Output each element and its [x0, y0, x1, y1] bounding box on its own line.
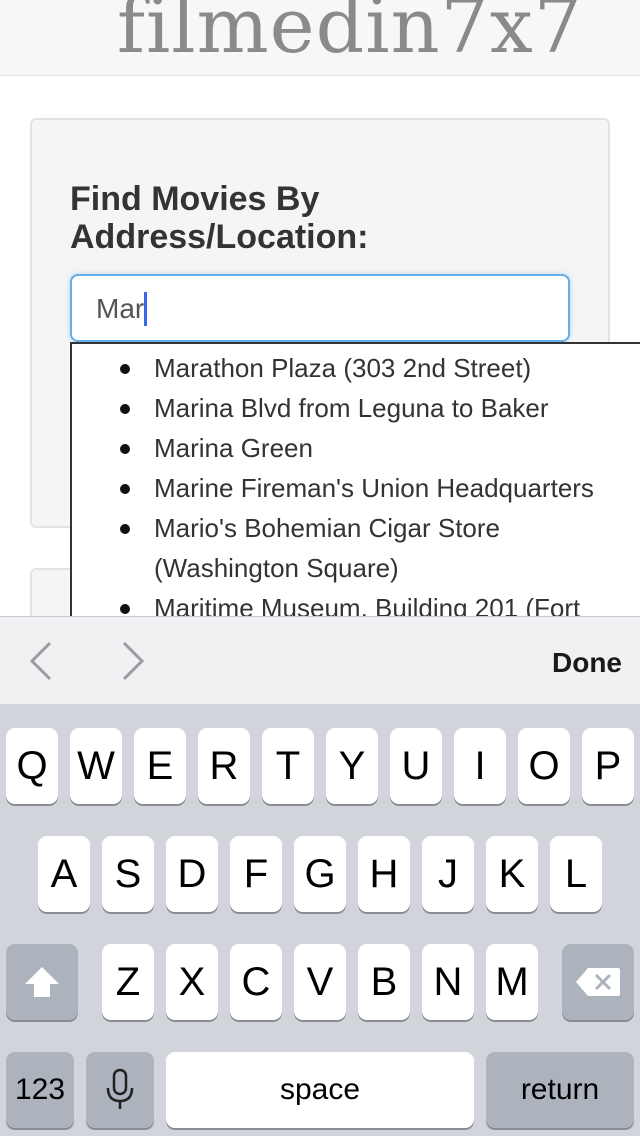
key-m[interactable]: M: [486, 944, 538, 1020]
key-s[interactable]: S: [102, 836, 154, 912]
key-r[interactable]: R: [198, 728, 250, 804]
delete-key[interactable]: [562, 944, 634, 1020]
suggestion-item[interactable]: Marina Green: [72, 428, 640, 468]
delete-icon: [576, 968, 620, 996]
key-p[interactable]: P: [582, 728, 634, 804]
key-z[interactable]: Z: [102, 944, 154, 1020]
shift-icon: [25, 967, 59, 997]
suggestion-item[interactable]: Mario's Bohemian Cigar Store (Washington…: [72, 508, 640, 588]
suggestion-item[interactable]: Marine Fireman's Union Headquarters: [72, 468, 640, 508]
space-key[interactable]: space: [166, 1052, 474, 1128]
key-j[interactable]: J: [422, 836, 474, 912]
key-u[interactable]: U: [390, 728, 442, 804]
dictation-key[interactable]: [86, 1052, 154, 1128]
chevron-right-icon[interactable]: [112, 639, 152, 683]
chevron-left-icon[interactable]: [22, 639, 62, 683]
bullet-icon: [120, 444, 130, 454]
key-f[interactable]: F: [230, 836, 282, 912]
key-a[interactable]: A: [38, 836, 90, 912]
key-o[interactable]: O: [518, 728, 570, 804]
key-i[interactable]: I: [454, 728, 506, 804]
autocomplete-dropdown: Marathon Plaza (303 2nd Street) Marina B…: [70, 342, 640, 632]
search-input-value: Mar: [96, 293, 145, 324]
key-q[interactable]: Q: [6, 728, 58, 804]
key-k[interactable]: K: [486, 836, 538, 912]
return-key[interactable]: return: [486, 1052, 634, 1128]
text-caret: [144, 292, 147, 326]
address-search-input[interactable]: Mar: [70, 274, 570, 342]
key-l[interactable]: L: [550, 836, 602, 912]
suggestion-item[interactable]: Marathon Plaza (303 2nd Street): [72, 348, 640, 388]
app-logo[interactable]: filmedin7x7: [0, 0, 640, 64]
key-h[interactable]: H: [358, 836, 410, 912]
numbers-key[interactable]: 123: [6, 1052, 74, 1128]
key-e[interactable]: E: [134, 728, 186, 804]
done-button[interactable]: Done: [552, 643, 622, 683]
bullet-icon: [120, 404, 130, 414]
key-b[interactable]: B: [358, 944, 410, 1020]
bullet-icon: [120, 484, 130, 494]
key-d[interactable]: D: [166, 836, 218, 912]
key-t[interactable]: T: [262, 728, 314, 804]
keyboard-accessory-bar: Done: [0, 616, 640, 704]
bullet-icon: [120, 524, 130, 534]
key-c[interactable]: C: [230, 944, 282, 1020]
bullet-icon: [120, 604, 130, 614]
suggestion-item[interactable]: Marina Blvd from Leguna to Baker: [72, 388, 640, 428]
key-y[interactable]: Y: [326, 728, 378, 804]
key-g[interactable]: G: [294, 836, 346, 912]
key-x[interactable]: X: [166, 944, 218, 1020]
app-header: filmedin7x7: [0, 0, 640, 76]
key-v[interactable]: V: [294, 944, 346, 1020]
on-screen-keyboard: Q W E R T Y U I O P A S D F G H J K L Z …: [0, 704, 640, 1136]
shift-key[interactable]: [6, 944, 78, 1020]
key-n[interactable]: N: [422, 944, 474, 1020]
key-w[interactable]: W: [70, 728, 122, 804]
search-heading: Find Movies By Address/Location:: [70, 180, 369, 256]
bullet-icon: [120, 364, 130, 374]
suggestion-list: Marathon Plaza (303 2nd Street) Marina B…: [72, 344, 640, 628]
microphone-icon: [106, 1068, 134, 1109]
